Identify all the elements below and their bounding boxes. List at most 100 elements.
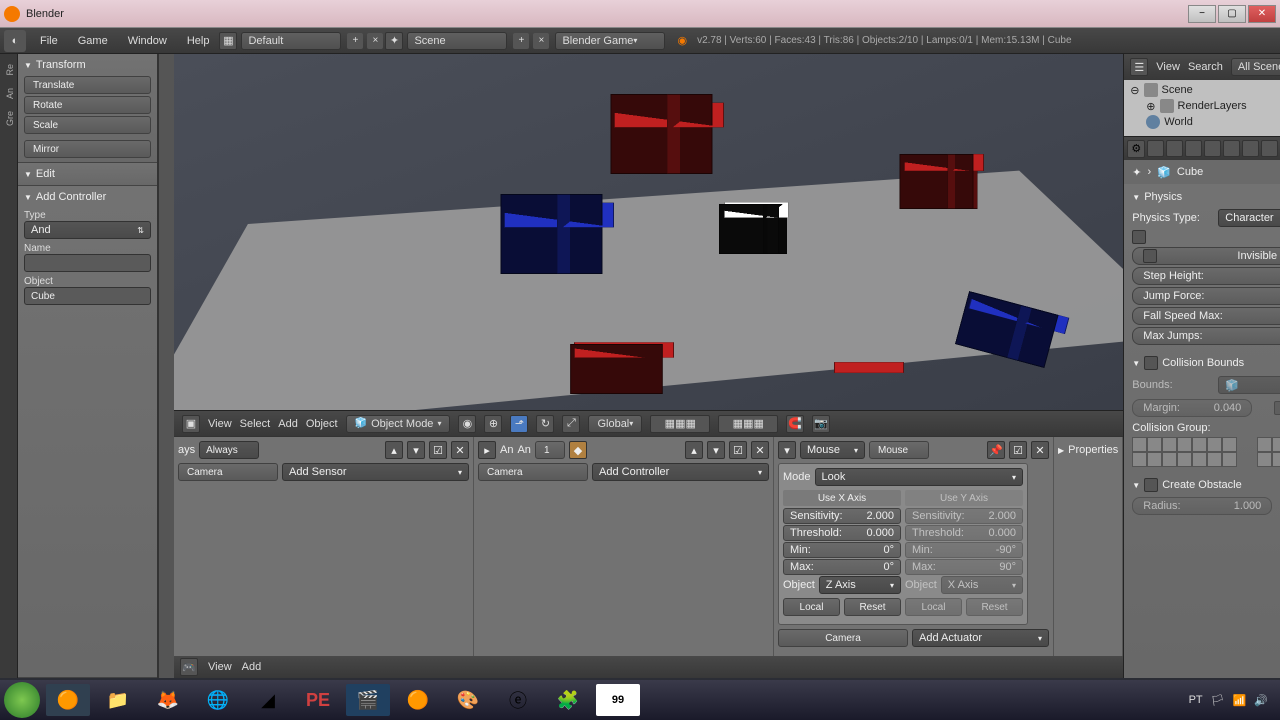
blender-menu-icon[interactable]: ◐ [4,30,26,52]
manipulator-rot-icon[interactable]: ↻ [536,415,554,433]
tab-render[interactable] [1147,140,1164,157]
ctrl-marker-icon[interactable]: ◆ [569,441,587,459]
add-actuator-select[interactable]: Add Actuator▾ [912,629,1049,647]
cube-red-2[interactable] [904,154,984,209]
tab-modifiers[interactable] [1261,140,1278,157]
x-sensitivity-input[interactable]: Sensitivity:2.000 [783,508,901,524]
ctrl-state[interactable]: 1 [535,441,565,459]
mirror-button[interactable]: Mirror [24,140,151,158]
actor-checkbox[interactable] [1132,230,1146,244]
use-y-axis-toggle[interactable]: Use Y Axis [905,490,1023,506]
menu-game[interactable]: Game [68,35,118,47]
logic-properties-header[interactable]: ▶Properties [1058,441,1118,459]
layers-1[interactable]: ▦▦▦ [650,415,710,433]
scale-button[interactable]: Scale [24,116,151,134]
menu-file[interactable]: File [30,35,68,47]
taskbar-blender-2[interactable]: 🟠 [396,684,440,716]
obstacle-header[interactable]: ▼Create Obstacle [1132,475,1280,495]
lang-indicator[interactable]: PT [1189,694,1203,706]
act-chev-icon[interactable]: ▾ [778,441,796,459]
taskbar-video[interactable]: 🎬 [346,684,390,716]
layout-selector[interactable]: Default [241,32,341,50]
vp-menu-add[interactable]: Add [278,418,298,430]
menu-help[interactable]: Help [177,35,220,47]
taskbar-puzzle[interactable]: 🧩 [546,684,590,716]
outliner-filter-select[interactable]: All Scenes▾ [1231,58,1280,76]
act-pin-icon[interactable]: 📌 [987,441,1005,459]
controller-object-input[interactable]: Cube [24,287,151,305]
controller-name-input[interactable] [24,254,151,272]
taskbar-paint[interactable]: 🎨 [446,684,490,716]
panel-addcontroller-header[interactable]: ▼Add Controller [24,188,151,206]
bottom-view[interactable]: View [208,661,232,673]
layers-2[interactable]: ▦▦▦ [718,415,778,433]
taskbar-ie[interactable]: ⓔ [496,684,540,716]
cube-red-1[interactable] [614,94,724,174]
tab-constraints[interactable] [1242,140,1259,157]
x-max-input[interactable]: Max:0° [783,559,901,575]
outliner-editor-icon[interactable]: ☰ [1130,58,1148,76]
logic-editor-icon[interactable]: 🎮 [180,658,198,676]
tray-network-icon[interactable]: 📶 [1233,694,1247,707]
tab-scene[interactable] [1185,140,1202,157]
ctrl-x-icon[interactable]: ✕ [751,441,769,459]
scene-add-button[interactable]: + [513,33,529,49]
layout-grid-icon[interactable]: ▦ [219,32,237,50]
editor-type-icon[interactable]: ▣ [182,415,200,433]
maximize-button[interactable]: ▢ [1218,5,1246,23]
close-button[interactable]: ✕ [1248,5,1276,23]
outliner-view[interactable]: View [1156,61,1180,73]
rotate-button[interactable]: Rotate [24,96,151,114]
outliner-search[interactable]: Search [1188,61,1223,73]
jump-force-input[interactable]: Jump Force:10.000 [1132,287,1280,305]
collision-group-grid[interactable] [1132,437,1237,452]
add-sensor-select[interactable]: Add Sensor▾ [282,463,469,481]
physics-type-select[interactable]: Character▾ [1218,209,1280,227]
cube-red-4[interactable] [834,369,904,404]
fall-speed-input[interactable]: Fall Speed Max:55.000 [1132,307,1280,325]
tab-renderlayers[interactable] [1166,140,1183,157]
cube-red-3[interactable] [574,344,674,394]
layout-add-button[interactable]: + [347,33,363,49]
taskbar-chrome[interactable]: 🌐 [196,684,240,716]
render-preview-icon[interactable]: 📷 [812,415,830,433]
sensor-collapse-icon[interactable]: ▴ [385,441,403,459]
layout-remove-button[interactable]: × [367,33,383,49]
cube-white[interactable] [724,204,789,254]
bottom-add[interactable]: Add [242,661,262,673]
mode-selector[interactable]: 🧊 Object Mode ▾ [346,415,451,433]
add-controller-select[interactable]: Add Controller▾ [592,463,769,481]
act-check-icon[interactable]: ☑ [1009,441,1027,459]
cube-blue-1[interactable] [504,194,614,274]
vp-menu-object[interactable]: Object [306,418,338,430]
menu-window[interactable]: Window [118,35,177,47]
sensor-object[interactable]: Camera [178,463,278,481]
manipulator-icon[interactable]: ⬏ [510,415,528,433]
snap-icon[interactable]: 🧲 [786,415,804,433]
x-min-input[interactable]: Min:0° [783,542,901,558]
x-threshold-input[interactable]: Threshold:0.000 [783,525,901,541]
x-local-button[interactable]: Local [783,598,840,616]
act-mode-select[interactable]: Look▾ [815,468,1023,486]
tab-world[interactable] [1204,140,1221,157]
panel-transform-header[interactable]: ▼Transform [24,56,151,74]
step-height-input[interactable]: Step Height:0.150 [1132,267,1280,285]
ctrl-down-icon[interactable]: ▾ [707,441,725,459]
invisible-toggle[interactable]: Invisible [1132,247,1280,265]
tooltab-create[interactable]: An [0,82,17,105]
actuator-name-input[interactable]: Mouse [869,441,929,459]
ctrl-check-icon[interactable]: ☑ [729,441,747,459]
max-jumps-input[interactable]: Max Jumps:1 [1132,327,1280,345]
sensor-check-icon[interactable]: ☑ [429,441,447,459]
taskbar-unity[interactable]: ◢ [246,684,290,716]
vp-menu-select[interactable]: Select [240,418,271,430]
actuator-type-select[interactable]: Mouse▾ [800,441,865,459]
outliner-renderlayers[interactable]: ⊕RenderLayers [1142,98,1280,114]
crumb-scene-icon[interactable]: ✦ [1132,166,1141,179]
sensor-expand-icon[interactable]: ▾ [407,441,425,459]
scene-remove-button[interactable]: × [533,33,549,49]
ctrl-up-icon[interactable]: ▴ [685,441,703,459]
collision-enable-checkbox[interactable] [1144,356,1158,370]
shading-icon[interactable]: ◉ [458,415,476,433]
scene-selector[interactable]: Scene [407,32,507,50]
